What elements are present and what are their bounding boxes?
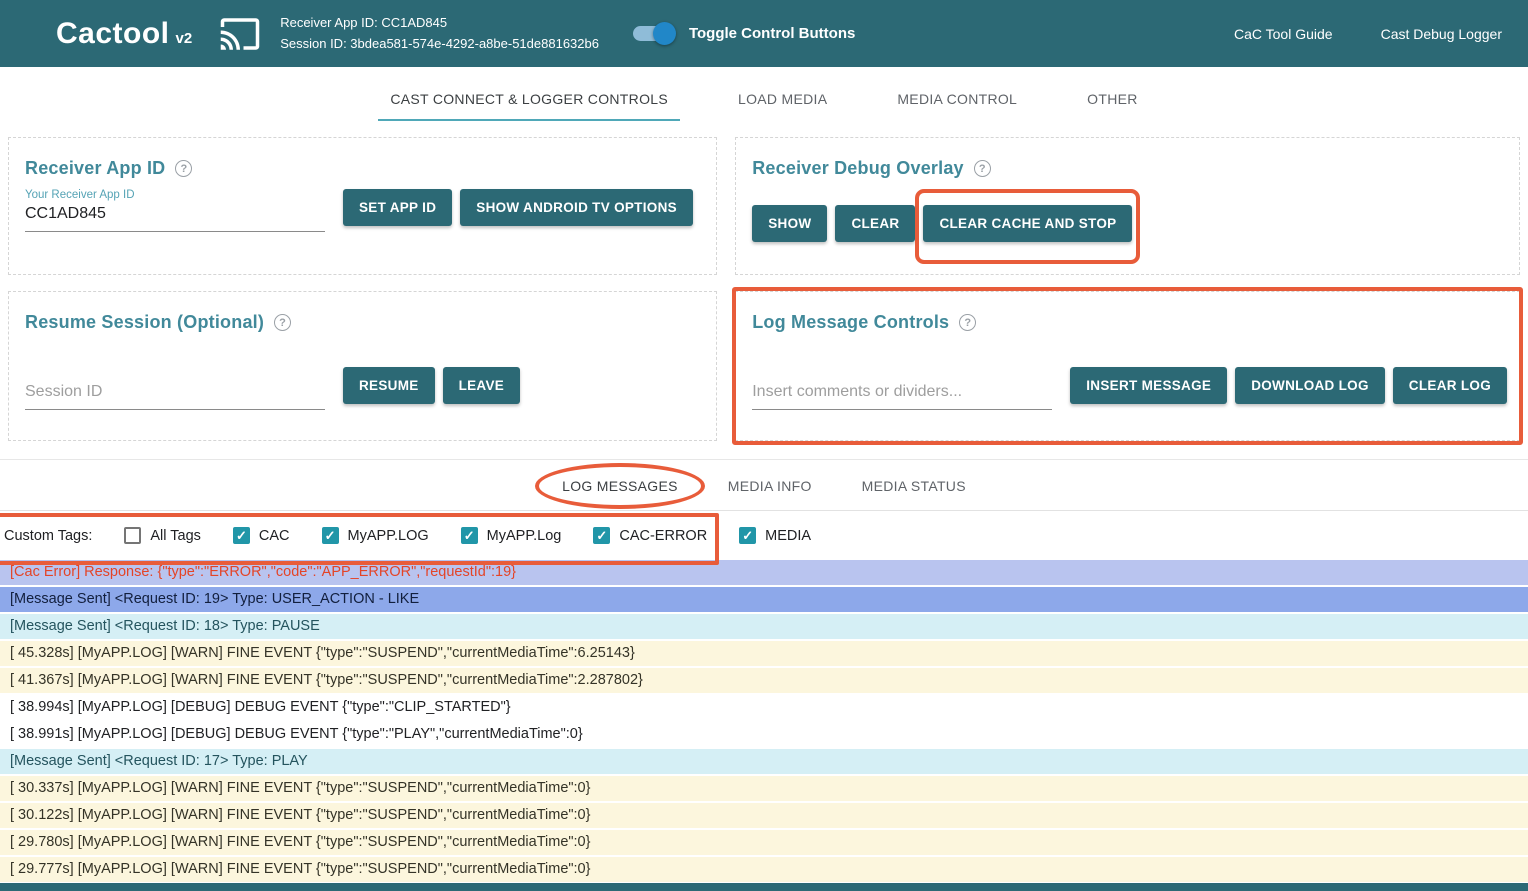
tag-label: CAC-ERROR bbox=[619, 528, 707, 544]
insert-message-button[interactable]: INSERT MESSAGE bbox=[1070, 367, 1227, 404]
custom-tags-label: Custom Tags: bbox=[4, 528, 92, 544]
app-logo: Cactool v2 bbox=[56, 19, 192, 49]
log-message-controls-panel: Log Message Controls INSERT MESSAGE DOWN… bbox=[735, 291, 1520, 441]
session-info: Receiver App ID: CC1AD845 Session ID: 3b… bbox=[280, 13, 599, 55]
log-row: [ 29.777s] [MyAPP.LOG] [WARN] FINE EVENT… bbox=[0, 857, 1528, 882]
annotated-tab-wrap: LOG MESSAGES bbox=[562, 478, 678, 494]
logo-text: Cactool bbox=[56, 19, 170, 49]
help-icon[interactable] bbox=[274, 314, 291, 331]
myapp-log-mixed-checkbox[interactable] bbox=[461, 527, 478, 544]
cac-error-checkbox[interactable] bbox=[593, 527, 610, 544]
resume-button[interactable]: RESUME bbox=[343, 367, 435, 404]
annotated-button-wrap: CLEAR CACHE AND STOP bbox=[923, 205, 1132, 248]
footer-bar bbox=[0, 883, 1528, 891]
download-log-button[interactable]: DOWNLOAD LOG bbox=[1235, 367, 1385, 404]
log-message-controls-title: Log Message Controls bbox=[752, 312, 949, 333]
log-comment-field bbox=[752, 383, 1052, 410]
cac-tool-guide-link[interactable]: CaC Tool Guide bbox=[1234, 26, 1333, 42]
tag-label: CAC bbox=[259, 528, 290, 544]
custom-tags-row: Custom Tags: All Tags CAC MyAPP.LOG MyAP… bbox=[0, 511, 1528, 558]
log-row: [ 38.991s] [MyAPP.LOG] [DEBUG] DEBUG EVE… bbox=[0, 722, 1528, 747]
help-icon[interactable] bbox=[959, 314, 976, 331]
log-row: [Cac Error] Response: {"type":"ERROR","c… bbox=[0, 560, 1528, 585]
receiver-app-id-body: Your Receiver App ID SET APP ID SHOW AND… bbox=[21, 189, 704, 232]
receiver-app-id-title: Receiver App ID bbox=[25, 158, 165, 179]
tab-cast-connect-logger-controls[interactable]: CAST CONNECT & LOGGER CONTROLS bbox=[378, 81, 680, 121]
clear-cache-and-stop-button[interactable]: CLEAR CACHE AND STOP bbox=[923, 205, 1132, 242]
help-icon[interactable] bbox=[175, 160, 192, 177]
tag-media[interactable]: MEDIA bbox=[739, 527, 811, 544]
panel-title-row: Receiver App ID bbox=[25, 158, 704, 179]
control-buttons-toggle[interactable] bbox=[633, 22, 673, 45]
session-id-input[interactable] bbox=[25, 383, 325, 401]
receiver-app-id-panel: Receiver App ID Your Receiver App ID SET… bbox=[8, 137, 717, 275]
receiver-app-id-field: Your Receiver App ID bbox=[25, 189, 325, 232]
receiver-app-id-field-label: Your Receiver App ID bbox=[25, 189, 325, 201]
tab-media-status[interactable]: MEDIA STATUS bbox=[862, 478, 966, 494]
log-comment-input[interactable] bbox=[752, 383, 1052, 401]
tag-cac[interactable]: CAC bbox=[233, 527, 290, 544]
tab-log-messages[interactable]: LOG MESSAGES bbox=[562, 478, 678, 494]
tab-other[interactable]: OTHER bbox=[1075, 81, 1150, 121]
tag-cac-error[interactable]: CAC-ERROR bbox=[593, 527, 707, 544]
log-row: [ 30.337s] [MyAPP.LOG] [WARN] FINE EVENT… bbox=[0, 776, 1528, 801]
receiver-debug-overlay-panel: Receiver Debug Overlay SHOW CLEAR CLEAR … bbox=[735, 137, 1520, 275]
resume-session-title: Resume Session (Optional) bbox=[25, 312, 264, 333]
set-app-id-button[interactable]: SET APP ID bbox=[343, 189, 452, 226]
tag-label: MEDIA bbox=[765, 528, 811, 544]
tag-label: MyAPP.Log bbox=[487, 528, 562, 544]
receiver-app-id-input[interactable] bbox=[25, 205, 325, 223]
cast-debug-logger-link[interactable]: Cast Debug Logger bbox=[1381, 26, 1502, 42]
control-panels: Receiver App ID Your Receiver App ID SET… bbox=[0, 121, 1528, 441]
panel-title-row: Resume Session (Optional) bbox=[25, 312, 704, 333]
resume-session-panel: Resume Session (Optional) RESUME LEAVE bbox=[8, 291, 717, 441]
media-checkbox[interactable] bbox=[739, 527, 756, 544]
annotation-rect-log-controls bbox=[732, 287, 1523, 445]
tag-all-tags[interactable]: All Tags bbox=[124, 527, 201, 544]
tag-label: MyAPP.LOG bbox=[348, 528, 429, 544]
clear-overlay-button[interactable]: CLEAR bbox=[835, 205, 915, 242]
toggle-knob bbox=[653, 22, 676, 45]
tab-media-info[interactable]: MEDIA INFO bbox=[728, 478, 812, 494]
logo-version: v2 bbox=[176, 30, 193, 49]
tag-myapp-log-upper[interactable]: MyAPP.LOG bbox=[322, 527, 429, 544]
tag-label: All Tags bbox=[150, 528, 201, 544]
receiver-app-id-text: Receiver App ID: CC1AD845 bbox=[280, 13, 599, 34]
log-tab-bar: LOG MESSAGES MEDIA INFO MEDIA STATUS bbox=[0, 460, 1528, 511]
cast-icon[interactable] bbox=[216, 13, 264, 55]
all-tags-checkbox[interactable] bbox=[124, 527, 141, 544]
receiver-debug-overlay-body: SHOW CLEAR CLEAR CACHE AND STOP bbox=[748, 205, 1507, 248]
log-row: [ 29.780s] [MyAPP.LOG] [WARN] FINE EVENT… bbox=[0, 830, 1528, 855]
log-row: [ 41.367s] [MyAPP.LOG] [WARN] FINE EVENT… bbox=[0, 668, 1528, 693]
leave-button[interactable]: LEAVE bbox=[443, 367, 521, 404]
log-row: [ 45.328s] [MyAPP.LOG] [WARN] FINE EVENT… bbox=[0, 641, 1528, 666]
clear-log-button[interactable]: CLEAR LOG bbox=[1393, 367, 1507, 404]
log-row: [Message Sent] <Request ID: 18> Type: PA… bbox=[0, 614, 1528, 639]
log-row: [Message Sent] <Request ID: 19> Type: US… bbox=[0, 587, 1528, 612]
app-header: Cactool v2 Receiver App ID: CC1AD845 Ses… bbox=[0, 0, 1528, 67]
cactool-app: Cactool v2 Receiver App ID: CC1AD845 Ses… bbox=[0, 0, 1528, 891]
session-id-text: Session ID: 3bdea581-574e-4292-a8be-51de… bbox=[280, 34, 599, 55]
panel-title-row: Receiver Debug Overlay bbox=[752, 158, 1507, 179]
tab-media-control[interactable]: MEDIA CONTROL bbox=[885, 81, 1029, 121]
toggle-label: Toggle Control Buttons bbox=[689, 25, 855, 42]
receiver-debug-overlay-title: Receiver Debug Overlay bbox=[752, 158, 964, 179]
log-row: [Message Sent] <Request ID: 17> Type: PL… bbox=[0, 749, 1528, 774]
show-android-tv-options-button[interactable]: SHOW ANDROID TV OPTIONS bbox=[460, 189, 693, 226]
session-id-field bbox=[25, 383, 325, 410]
panel-title-row: Log Message Controls bbox=[752, 312, 1507, 333]
log-message-list: [Cac Error] Response: {"type":"ERROR","c… bbox=[0, 560, 1528, 882]
resume-session-body: RESUME LEAVE bbox=[21, 367, 704, 410]
log-message-controls-body: INSERT MESSAGE DOWNLOAD LOG CLEAR LOG bbox=[748, 367, 1507, 410]
help-icon[interactable] bbox=[974, 160, 991, 177]
tab-load-media[interactable]: LOAD MEDIA bbox=[726, 81, 839, 121]
log-row: [ 30.122s] [MyAPP.LOG] [WARN] FINE EVENT… bbox=[0, 803, 1528, 828]
show-overlay-button[interactable]: SHOW bbox=[752, 205, 827, 242]
log-row: [ 38.994s] [MyAPP.LOG] [DEBUG] DEBUG EVE… bbox=[0, 695, 1528, 720]
tag-myapp-log-mixed[interactable]: MyAPP.Log bbox=[461, 527, 562, 544]
myapp-log-upper-checkbox[interactable] bbox=[322, 527, 339, 544]
main-tab-bar: CAST CONNECT & LOGGER CONTROLS LOAD MEDI… bbox=[0, 81, 1528, 121]
cac-checkbox[interactable] bbox=[233, 527, 250, 544]
